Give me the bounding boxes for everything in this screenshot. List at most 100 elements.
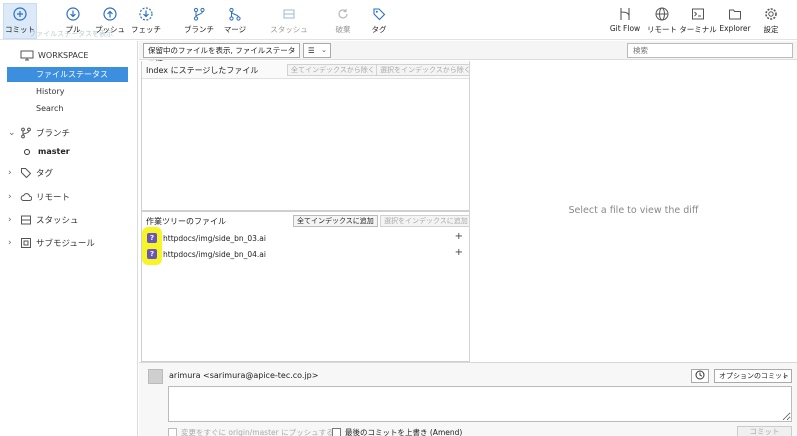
stage-selected-button[interactable]: 選択をインデックスに追加 bbox=[380, 215, 472, 227]
filter-bar: 保留中のファイルを表示, ファイルステータス順 ⌄ ☰ ⌄ bbox=[139, 41, 797, 68]
staged-files-panel: Index にステージしたファイル 全てインデックスから除く 選択をインデックス… bbox=[141, 61, 475, 211]
diff-pane: Select a file to view the diff bbox=[470, 61, 797, 362]
branch-name: master bbox=[38, 147, 70, 156]
push-button[interactable]: プッシュ bbox=[95, 6, 125, 38]
commit-submit-button[interactable]: コミット bbox=[737, 426, 792, 436]
sidebar-section-branches[interactable]: ⌄ ブランチ bbox=[8, 125, 70, 141]
working-header: 作業ツリーのファイル 全てインデックスに追加 選択をインデックスに追加 bbox=[142, 212, 472, 230]
folder-icon bbox=[727, 6, 743, 22]
commit-icon bbox=[12, 6, 28, 22]
stash-icon bbox=[281, 6, 297, 22]
push-label: プッシュ bbox=[95, 25, 125, 34]
fetch-button[interactable]: フェッチ bbox=[131, 6, 161, 38]
merge-icon bbox=[227, 6, 243, 22]
file-row[interactable]: ? httpdocs/img/side_bn_04.ai + bbox=[147, 247, 465, 261]
file-path: httpdocs/img/side_bn_04.ai bbox=[163, 249, 266, 259]
gitflow-button[interactable]: Git Flow bbox=[608, 6, 642, 38]
pull-button[interactable]: プル bbox=[62, 6, 84, 38]
status-filter-dropdown[interactable]: 保留中のファイルを表示, ファイルステータス順 ⌄ bbox=[143, 43, 300, 68]
commit-author: arimura <sarimura@apice-tec.co.jp> bbox=[169, 371, 319, 380]
stage-file-plus-icon[interactable]: + bbox=[455, 247, 463, 258]
chevron-right-icon: › bbox=[8, 238, 12, 248]
settings-button[interactable]: 設定 bbox=[761, 6, 781, 38]
unstage-selected-button[interactable]: 選択をインデックスから除く bbox=[376, 64, 475, 76]
chevron-down-icon: ⌄ bbox=[782, 372, 788, 380]
submodule-icon bbox=[20, 237, 32, 249]
current-branch-icon bbox=[24, 148, 30, 155]
commit-area: arimura <sarimura@apice-tec.co.jp> オプション… bbox=[139, 362, 797, 436]
tag-label: タグ bbox=[371, 25, 387, 34]
clock-icon bbox=[695, 370, 705, 382]
sidebar: WORKSPACE ファイルステータス History Search ⌄ ブラン… bbox=[0, 41, 138, 436]
discard-button[interactable]: 破棄 bbox=[333, 6, 353, 38]
unstage-all-button[interactable]: 全てインデックスから除く bbox=[287, 64, 379, 76]
chevron-down-icon: ⌄ bbox=[8, 128, 16, 138]
chevron-right-icon: › bbox=[8, 215, 12, 225]
chevron-down-icon: ⌄ bbox=[290, 46, 296, 54]
toolbar: コミット ファイルステータスを表示 プル プッシュ フェッチ ブランチ マージ bbox=[0, 0, 797, 40]
push-icon bbox=[102, 6, 118, 22]
remote-button[interactable]: リモート bbox=[647, 6, 677, 38]
checkbox-box bbox=[168, 428, 177, 436]
sidebar-stashes-label: スタッシュ bbox=[36, 216, 79, 226]
amend-checkbox[interactable]: 最後のコミットを上書き (Amend) bbox=[332, 427, 462, 436]
fetch-label: フェッチ bbox=[131, 25, 161, 34]
history-button[interactable] bbox=[691, 369, 709, 383]
stash-icon bbox=[20, 214, 32, 226]
explorer-label: Explorer bbox=[719, 24, 751, 33]
file-path: httpdocs/img/side_bn_03.ai bbox=[163, 233, 266, 243]
view-mode-dropdown[interactable]: ☰ ⌄ bbox=[303, 43, 331, 58]
workspace-header: WORKSPACE bbox=[20, 50, 88, 61]
discard-icon bbox=[335, 6, 351, 22]
staged-header: Index にステージしたファイル 全てインデックスから除く 選択をインデックス… bbox=[142, 61, 475, 79]
stage-file-plus-icon[interactable]: + bbox=[455, 231, 463, 242]
commit-message-input[interactable] bbox=[168, 386, 792, 422]
pull-icon bbox=[65, 6, 81, 22]
explorer-button[interactable]: Explorer bbox=[719, 6, 751, 38]
terminal-icon bbox=[690, 6, 706, 22]
working-title: 作業ツリーのファイル bbox=[146, 217, 226, 226]
staged-title: Index にステージしたファイル bbox=[146, 66, 259, 75]
cloud-icon bbox=[20, 191, 33, 203]
workspace-label: WORKSPACE bbox=[38, 51, 89, 60]
gear-icon bbox=[763, 6, 779, 22]
chevron-right-icon: › bbox=[8, 192, 12, 202]
tag-icon bbox=[371, 6, 387, 22]
sidebar-item-search[interactable]: Search bbox=[7, 101, 128, 116]
branch-button[interactable]: ブランチ bbox=[184, 6, 214, 38]
diff-placeholder: Select a file to view the diff bbox=[568, 205, 699, 216]
stage-all-button[interactable]: 全てインデックスに追加 bbox=[293, 215, 378, 227]
stash-button[interactable]: スタッシュ bbox=[270, 6, 308, 38]
sidebar-remotes-label: リモート bbox=[36, 193, 71, 203]
sidebar-branch-master[interactable]: master bbox=[24, 147, 70, 156]
monitor-icon bbox=[20, 50, 34, 61]
file-row[interactable]: ? httpdocs/img/side_bn_03.ai + bbox=[147, 231, 465, 245]
branch-icon bbox=[20, 127, 32, 139]
commit-options-dropdown[interactable]: オプションのコミット ⌄ bbox=[714, 369, 792, 383]
branch-label: ブランチ bbox=[184, 25, 214, 34]
gitflow-icon bbox=[617, 6, 633, 22]
sidebar-item-file-status[interactable]: ファイルステータス bbox=[7, 67, 128, 82]
sidebar-section-remotes[interactable]: › リモート bbox=[8, 189, 70, 205]
untracked-status-icon: ? bbox=[147, 233, 157, 243]
commit-options-label: オプションのコミット bbox=[719, 372, 789, 380]
sidebar-branches-label: ブランチ bbox=[36, 129, 71, 139]
tag-icon bbox=[20, 167, 32, 179]
merge-button[interactable]: マージ bbox=[222, 6, 248, 38]
terminal-button[interactable]: ターミナル bbox=[679, 6, 717, 38]
chevron-right-icon: › bbox=[8, 168, 12, 178]
amend-label: 最後のコミットを上書き (Amend) bbox=[345, 428, 463, 436]
sidebar-tags-label: タグ bbox=[36, 169, 54, 179]
sidebar-submodules-label: サブモジュール bbox=[36, 239, 95, 249]
tag-button[interactable]: タグ bbox=[369, 6, 389, 38]
chevron-down-icon: ⌄ bbox=[321, 46, 327, 54]
sidebar-section-tags[interactable]: › タグ bbox=[8, 165, 53, 181]
sidebar-section-submodules[interactable]: › サブモジュール bbox=[8, 235, 95, 251]
search-input[interactable] bbox=[627, 43, 793, 58]
pull-label: プル bbox=[65, 25, 81, 34]
settings-label: 設定 bbox=[763, 25, 779, 34]
push-immediately-checkbox[interactable]: 変更をすぐに origin/master にプッシュする bbox=[168, 427, 334, 436]
sidebar-section-stashes[interactable]: › スタッシュ bbox=[8, 212, 79, 228]
push-immediately-label: 変更をすぐに origin/master にプッシュする bbox=[181, 428, 334, 436]
sidebar-item-history[interactable]: History bbox=[7, 84, 128, 99]
